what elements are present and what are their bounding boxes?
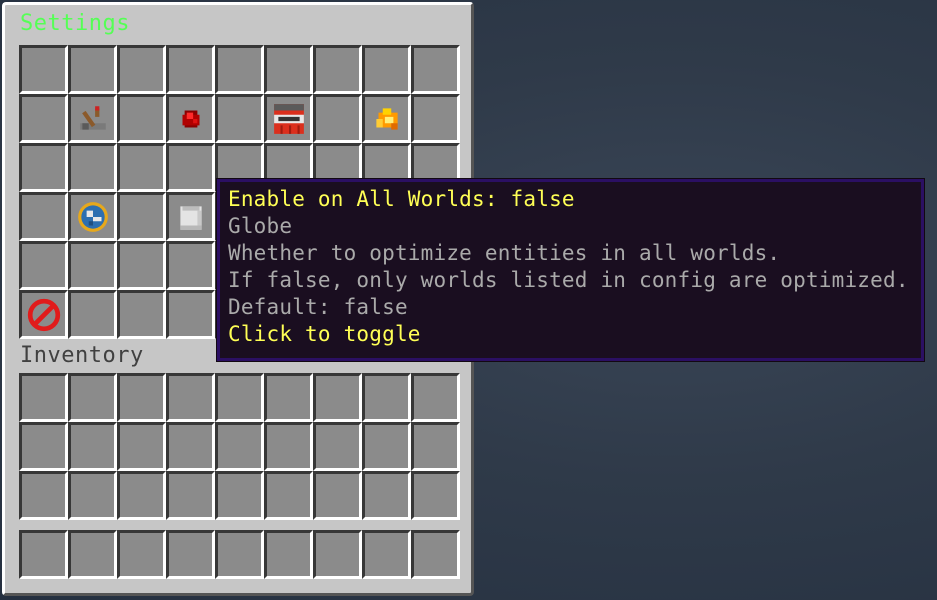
inventory-slot[interactable] [264, 471, 313, 520]
settings-slot[interactable] [68, 143, 117, 192]
settings-slot[interactable] [166, 143, 215, 192]
hotbar-slot[interactable] [411, 530, 460, 579]
inventory-slot[interactable] [68, 422, 117, 471]
inventory-slot[interactable] [411, 373, 460, 422]
settings-slot[interactable] [68, 192, 117, 241]
settings-slot[interactable] [166, 45, 215, 94]
settings-slot[interactable] [68, 241, 117, 290]
settings-slot[interactable] [215, 45, 264, 94]
settings-slot[interactable] [166, 94, 215, 143]
settings-slot[interactable] [362, 94, 411, 143]
bucket-icon [180, 206, 202, 230]
settings-slot[interactable] [313, 45, 362, 94]
settings-slot[interactable] [411, 45, 460, 94]
settings-slot[interactable] [19, 94, 68, 143]
inventory-slot[interactable] [411, 471, 460, 520]
inventory-slot[interactable] [264, 373, 313, 422]
inventory-slot[interactable] [19, 422, 68, 471]
settings-title: Settings [20, 11, 130, 36]
inventory-slot[interactable] [264, 422, 313, 471]
inventory-slot[interactable] [362, 373, 411, 422]
globe-banner-pattern-icon [78, 202, 108, 232]
hotbar-slot[interactable] [362, 530, 411, 579]
inventory-slot[interactable] [68, 471, 117, 520]
settings-slot[interactable] [68, 290, 117, 339]
tooltip-title: Enable on All Worlds: false [228, 187, 575, 211]
barrier-icon [27, 298, 61, 332]
settings-slot[interactable] [19, 143, 68, 192]
settings-slot[interactable] [117, 290, 166, 339]
settings-slot[interactable] [166, 290, 215, 339]
hotbar-slot[interactable] [313, 530, 362, 579]
inventory-slot[interactable] [215, 422, 264, 471]
settings-slot[interactable] [19, 290, 68, 339]
hotbar-slot[interactable] [19, 530, 68, 579]
lever-icon [80, 106, 106, 130]
hotbar-grid [19, 530, 460, 579]
tooltip-line: If false, only worlds listed in config a… [228, 268, 909, 292]
settings-slot[interactable] [264, 45, 313, 94]
inventory-slot[interactable] [19, 373, 68, 422]
settings-slot[interactable] [19, 241, 68, 290]
inventory-slot[interactable] [313, 373, 362, 422]
settings-slot[interactable] [313, 94, 362, 143]
inventory-slot[interactable] [313, 471, 362, 520]
inventory-slot[interactable] [117, 422, 166, 471]
settings-slot[interactable] [166, 241, 215, 290]
settings-slot[interactable] [264, 94, 313, 143]
hotbar-slot[interactable] [166, 530, 215, 579]
inventory-slot[interactable] [362, 471, 411, 520]
settings-slot[interactable] [117, 241, 166, 290]
tooltip-line: Default: false [228, 295, 408, 319]
blaze-powder-icon [376, 108, 398, 130]
inventory-slot[interactable] [19, 471, 68, 520]
hotbar-slot[interactable] [215, 530, 264, 579]
settings-slot[interactable] [117, 143, 166, 192]
inventory-slot[interactable] [68, 373, 117, 422]
hotbar-slot[interactable] [117, 530, 166, 579]
inventory-slot[interactable] [362, 422, 411, 471]
inventory-slot[interactable] [117, 373, 166, 422]
inventory-slot[interactable] [215, 373, 264, 422]
inventory-slot[interactable] [166, 422, 215, 471]
redstone-dust-icon [182, 110, 200, 128]
settings-slot[interactable] [19, 45, 68, 94]
settings-slot[interactable] [117, 94, 166, 143]
tooltip-line: Whether to optimize entities in all worl… [228, 241, 781, 265]
inventory-slot[interactable] [411, 422, 460, 471]
settings-slot[interactable] [411, 94, 460, 143]
settings-slot[interactable] [117, 192, 166, 241]
settings-slot[interactable] [362, 45, 411, 94]
settings-slot[interactable] [68, 45, 117, 94]
tooltip-action: Click to toggle [228, 322, 421, 346]
settings-slot[interactable] [19, 192, 68, 241]
hotbar-slot[interactable] [68, 530, 117, 579]
inventory-slot[interactable] [117, 471, 166, 520]
settings-slot[interactable] [117, 45, 166, 94]
inventory-grid [19, 373, 460, 520]
inventory-slot[interactable] [215, 471, 264, 520]
tnt-icon [274, 104, 304, 134]
inventory-slot[interactable] [166, 373, 215, 422]
inventory-title: Inventory [20, 343, 144, 368]
hotbar-slot[interactable] [264, 530, 313, 579]
item-tooltip: Enable on All Worlds: false Globe Whethe… [216, 178, 925, 362]
settings-slot[interactable] [68, 94, 117, 143]
settings-slot[interactable] [215, 94, 264, 143]
tooltip-line: Globe [228, 214, 293, 238]
inventory-slot[interactable] [313, 422, 362, 471]
inventory-slot[interactable] [166, 471, 215, 520]
settings-slot[interactable] [166, 192, 215, 241]
